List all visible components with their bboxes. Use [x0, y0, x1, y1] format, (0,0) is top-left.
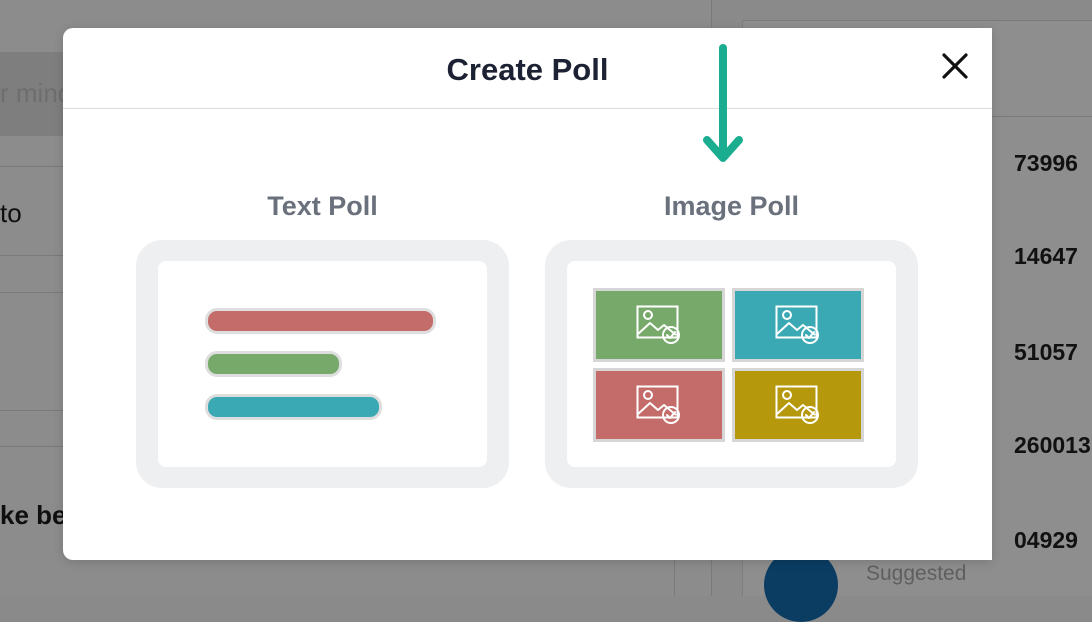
close-button[interactable]: [937, 48, 973, 84]
image-poll-card[interactable]: [545, 240, 918, 488]
image-tile: [732, 288, 864, 362]
sidebar-number: 73996: [1014, 150, 1078, 176]
image-tile: [593, 368, 725, 442]
divider: [992, 116, 1092, 117]
sidebar-number: 260013: [1014, 432, 1091, 458]
create-poll-modal: Create Poll Text Poll Image Poll: [63, 28, 992, 560]
text-poll-label: Text Poll: [267, 191, 378, 221]
sidebar-number: 51057: [1014, 339, 1078, 365]
close-icon: [942, 53, 968, 79]
arrow-down-icon: [703, 44, 743, 162]
poll-bar: [205, 308, 436, 334]
image-check-icon: [636, 305, 680, 344]
image-check-icon: [775, 305, 819, 344]
image-poll-option[interactable]: Image Poll: [545, 188, 918, 488]
image-tile: [593, 288, 725, 362]
sidebar-number: 14647: [1014, 243, 1078, 269]
image-poll-preview: [567, 261, 896, 467]
text-poll-card[interactable]: [136, 240, 509, 488]
text-poll-option[interactable]: Text Poll: [136, 188, 509, 488]
sidebar-number: 04929: [1014, 527, 1078, 553]
divider: [742, 20, 1092, 21]
poll-bar: [205, 394, 382, 420]
suggested-label: Suggested: [866, 562, 967, 585]
poll-bar: [205, 351, 342, 377]
feed-text: ke be: [0, 500, 67, 530]
text-poll-preview: [158, 261, 487, 467]
feed-text: to: [0, 198, 22, 228]
modal-header: Create Poll: [63, 28, 992, 109]
composer-placeholder: r mind: [0, 78, 73, 108]
image-check-icon: [636, 385, 680, 424]
image-poll-label: Image Poll: [663, 191, 800, 221]
modal-title: Create Poll: [446, 52, 609, 87]
divider: [674, 560, 675, 596]
image-check-icon: [775, 385, 819, 424]
image-tile: [732, 368, 864, 442]
